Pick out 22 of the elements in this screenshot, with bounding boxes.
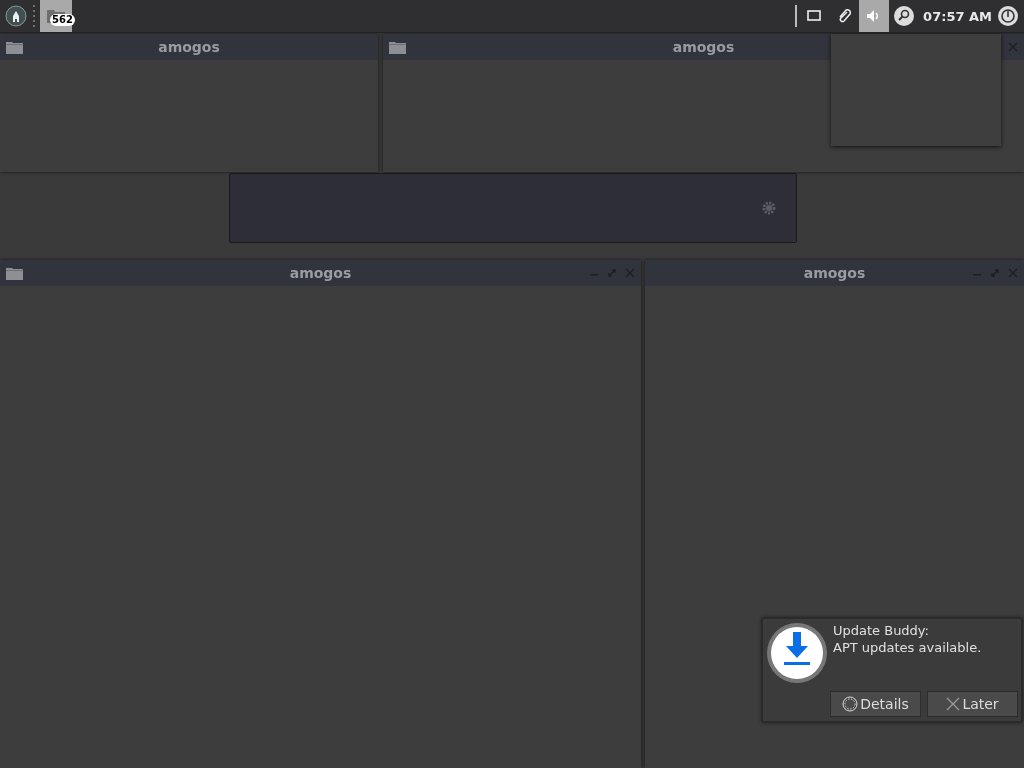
display-icon[interactable] [807,10,822,22]
action-button[interactable]: Later [927,691,1018,717]
count-badge: 562 [50,14,75,26]
title-bar[interactable]: amogos [0,34,378,60]
close-icon [946,697,961,711]
download-icon [766,622,828,684]
separator-dots [32,4,36,28]
notification-message: APT updates available. [833,639,983,656]
power-icon[interactable] [998,6,1018,26]
search-icon[interactable] [894,6,915,26]
window-title: amogos [158,39,220,55]
tray-button[interactable] [859,0,890,32]
notification-title: Update Buddy: [833,622,930,639]
task-button[interactable]: 562 [40,0,72,32]
window-title: amogos [803,265,866,281]
window-title: amogos [672,39,735,55]
clock[interactable]: 07:57 AM [923,8,992,24]
spinner-icon [842,696,859,712]
launcher-icon[interactable] [5,5,27,27]
paperclip-icon[interactable] [837,8,852,24]
window-title: amogos [289,265,352,281]
action-button[interactable]: Details [830,691,921,717]
